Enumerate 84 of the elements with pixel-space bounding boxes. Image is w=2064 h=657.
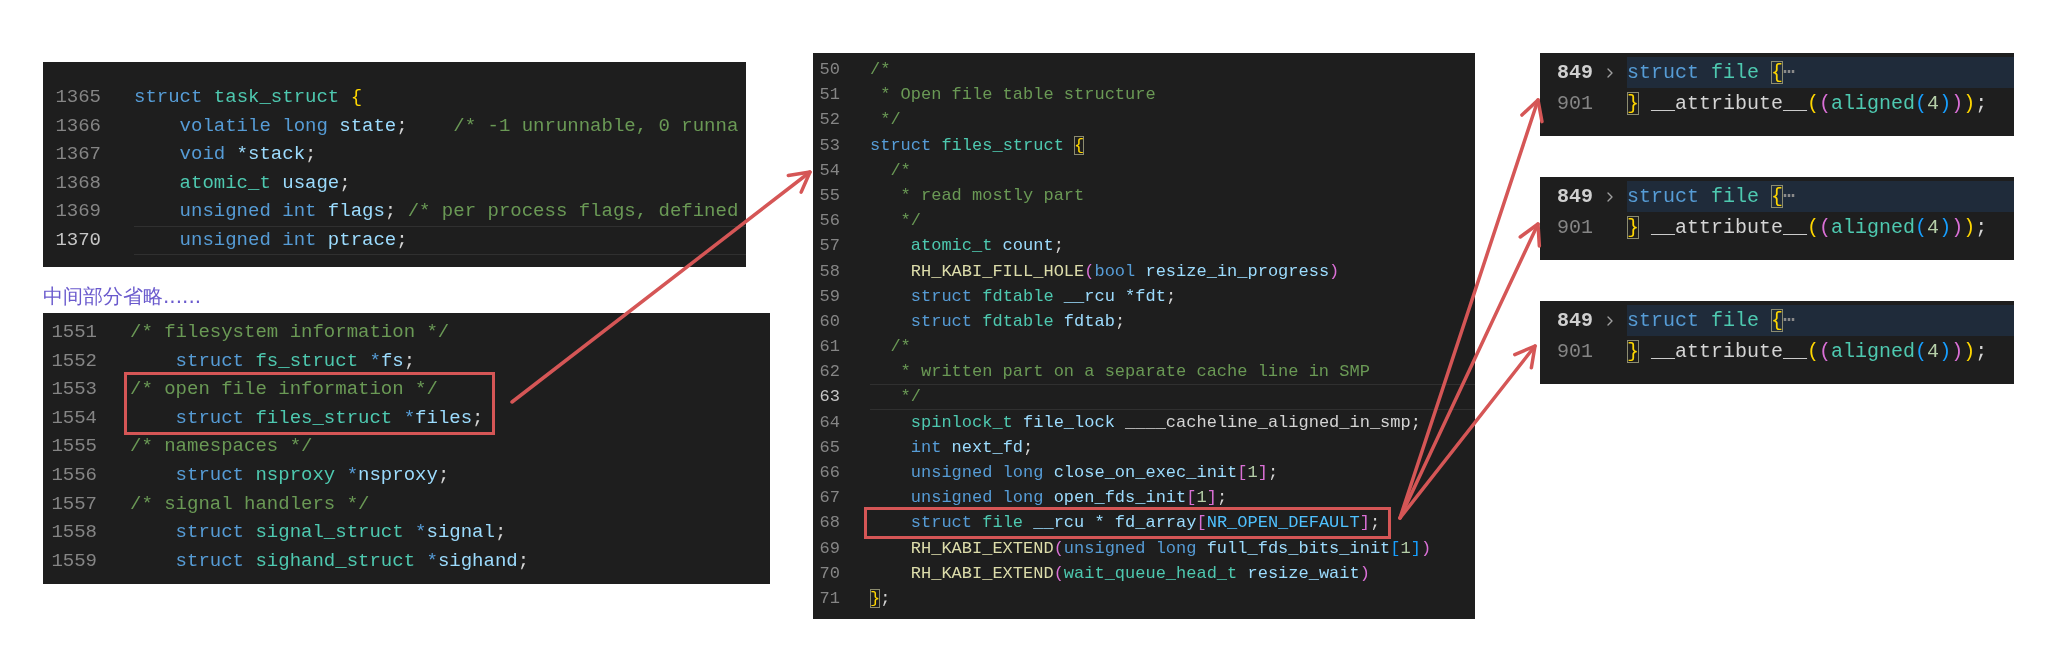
code-line: } __attribute__((aligned(4))); bbox=[1627, 215, 1988, 241]
code-line: unsigned int flags; /* per process flags, defined bbox=[178, 199, 739, 225]
line-number: 1555 bbox=[51, 434, 97, 460]
code-line: * read mostly part bbox=[899, 184, 1085, 207]
code-line: struct signal_struct *signal; bbox=[174, 520, 507, 546]
line-number: 66 bbox=[819, 462, 840, 484]
code-line: void *stack; bbox=[178, 142, 317, 168]
line-number: 849 bbox=[1557, 60, 1593, 86]
line-number: 1551 bbox=[51, 320, 97, 345]
code-line: /* filesystem information */ bbox=[130, 320, 450, 345]
line-number: 1556 bbox=[51, 462, 97, 488]
line-number: 70 bbox=[819, 562, 840, 585]
code-line: */ bbox=[879, 109, 901, 132]
code-line: struct fdtable fdtab; bbox=[909, 310, 1126, 333]
code-line: struct files_struct { bbox=[870, 134, 1085, 157]
code-line: unsigned long close_on_exec_init[1]; bbox=[909, 462, 1279, 484]
code-line: /* open file information */ bbox=[130, 377, 438, 403]
line-number: 901 bbox=[1557, 339, 1593, 365]
line-number: 58 bbox=[819, 260, 840, 283]
line-number: 1369 bbox=[55, 199, 101, 225]
line-number: 65 bbox=[819, 436, 840, 459]
line-number: 67 bbox=[819, 487, 840, 510]
code-line: RH_KABI_EXTEND(wait_queue_head_t resize_wait) bbox=[909, 562, 1370, 585]
code-line: struct file __rcu * fd_array[NR_OPEN_DEFAULT]; bbox=[909, 512, 1381, 535]
line-number: 52 bbox=[819, 109, 840, 132]
code-line: spinlock_t file_lock ____cacheline_aligned_in_smp; bbox=[909, 411, 1421, 434]
line-number: 1367 bbox=[55, 142, 101, 168]
line-number: 901 bbox=[1557, 91, 1593, 117]
line-number: 53 bbox=[819, 134, 840, 157]
line-number: 55 bbox=[819, 184, 840, 207]
line-number: 50 bbox=[819, 59, 840, 81]
code-line: }; bbox=[870, 587, 891, 610]
line-number: 1557 bbox=[51, 491, 97, 517]
line-number: 71 bbox=[819, 587, 840, 610]
line-number: 61 bbox=[819, 336, 840, 359]
code-line: /* signal handlers */ bbox=[130, 491, 370, 517]
line-number: 56 bbox=[819, 210, 840, 233]
code-line: unsigned long open_fds_init[1]; bbox=[909, 487, 1228, 510]
code-line: struct fs_struct *fs; bbox=[174, 348, 416, 374]
line-number: 62 bbox=[819, 361, 840, 384]
line-number: 1366 bbox=[55, 113, 101, 139]
code-line: atomic_t count; bbox=[909, 235, 1064, 258]
code-line: RH_KABI_FILL_HOLE(bool resize_in_progress) bbox=[909, 260, 1340, 283]
line-number: 64 bbox=[819, 411, 840, 434]
line-number: 849 bbox=[1557, 184, 1593, 210]
code-line: volatile long state; /* -1 unrunnable, 0 runna bbox=[178, 113, 739, 139]
line-number: 60 bbox=[819, 310, 840, 333]
code-line: */ bbox=[870, 384, 1475, 410]
code-line: unsigned int ptrace; bbox=[134, 225, 746, 255]
line-number: 54 bbox=[819, 159, 840, 182]
line-number: 1552 bbox=[51, 348, 97, 374]
code-line: int next_fd; bbox=[909, 436, 1034, 459]
line-number: 59 bbox=[819, 285, 840, 308]
code-line: RH_KABI_EXTEND(unsigned long full_fds_bits_init[1]) bbox=[909, 537, 1432, 560]
code-line: } __attribute__((aligned(4))); bbox=[1627, 339, 1988, 365]
code-line: /* bbox=[870, 59, 891, 81]
line-number: 51 bbox=[819, 84, 840, 107]
code-line: * Open file table structure bbox=[879, 84, 1156, 107]
code-line: */ bbox=[899, 210, 921, 233]
caption: 中间部分省略...... bbox=[43, 283, 202, 310]
code-line: /* namespaces */ bbox=[130, 434, 313, 460]
line-number: 63 bbox=[819, 386, 840, 409]
line-number: 1368 bbox=[55, 170, 101, 196]
line-number: 68 bbox=[819, 512, 840, 535]
line-number: 1554 bbox=[51, 405, 97, 431]
code-line: struct fdtable __rcu *fdt; bbox=[909, 285, 1177, 308]
code-line: * written part on a separate cache line in SMP bbox=[899, 361, 1370, 384]
line-number: 1553 bbox=[51, 377, 97, 403]
code-line: struct sighand_struct *sighand; bbox=[174, 548, 530, 574]
line-number: 1559 bbox=[51, 548, 97, 574]
code-line: struct files_struct *files; bbox=[174, 405, 484, 431]
code-line: /* bbox=[889, 336, 911, 359]
line-number: 57 bbox=[819, 235, 840, 258]
line-number: 901 bbox=[1557, 215, 1593, 241]
line-number: 849 bbox=[1557, 308, 1593, 334]
line-number: 1365 bbox=[55, 85, 101, 110]
line-number: 1558 bbox=[51, 520, 97, 546]
code-line: } __attribute__((aligned(4))); bbox=[1627, 91, 1988, 117]
code-line: /* bbox=[889, 159, 911, 182]
line-number: 1370 bbox=[55, 227, 101, 253]
code-line: atomic_t usage; bbox=[178, 170, 351, 196]
code-line: struct task_struct { bbox=[134, 85, 363, 110]
line-number: 69 bbox=[819, 537, 840, 560]
code-line: struct nsproxy *nsproxy; bbox=[174, 462, 450, 488]
